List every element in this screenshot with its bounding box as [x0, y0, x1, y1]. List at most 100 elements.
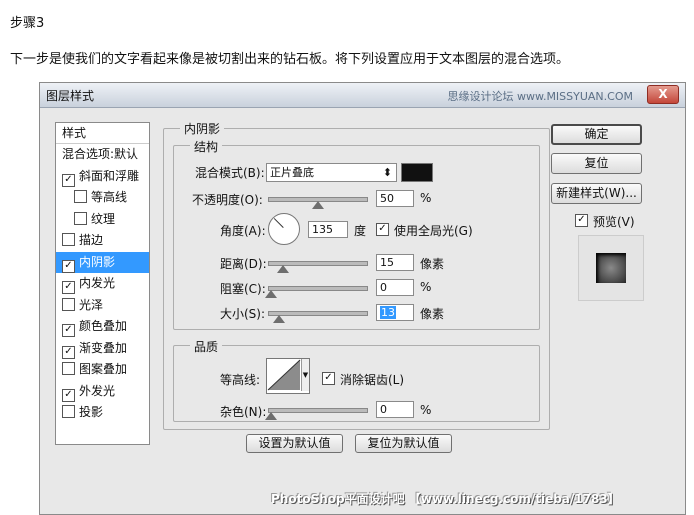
style-item-label: 外发光 [79, 383, 116, 398]
antialias-label: 消除锯齿(L) [340, 373, 405, 387]
style-item-label: 渐变叠加 [79, 340, 128, 355]
style-item-checkbox[interactable] [62, 233, 75, 246]
style-item[interactable]: 投影 [56, 402, 149, 423]
style-item-checkbox[interactable]: ✓ [62, 324, 75, 337]
new-style-button[interactable]: 新建样式(W)... [551, 183, 642, 204]
intro-text: 下一步是使我们的文字看起来像是被切割出来的钻石板。将下列设置应用于文本图层的混合… [10, 52, 570, 67]
contour-picker[interactable]: ▼ [266, 358, 310, 394]
style-item-label: 图案叠加 [79, 362, 128, 376]
inner-shadow-section-title: 内阴影 [180, 120, 225, 137]
angle-input[interactable]: 135 [308, 221, 348, 238]
noise-unit: % [420, 403, 432, 417]
ok-button[interactable]: 确定 [551, 124, 642, 145]
style-item[interactable]: 等高线 [56, 187, 149, 208]
checkmark-icon: ✓ [378, 223, 387, 234]
style-item[interactable]: ✓ 颜色叠加 [56, 316, 149, 337]
style-item-label: 内阴影 [79, 254, 116, 269]
noise-input[interactable]: 0 [376, 401, 414, 418]
size-slider[interactable] [268, 311, 368, 323]
style-item-checkbox[interactable] [74, 211, 87, 225]
style-item-label: 投影 [79, 405, 104, 419]
checkmark-icon: ✓ [64, 173, 73, 185]
checkmark-icon: ✓ [64, 324, 73, 335]
opacity-label: 不透明度(O): [192, 193, 263, 207]
step-title: 步骤3 [10, 16, 45, 31]
size-unit: 像素 [420, 307, 445, 321]
dialog-titlebar[interactable]: 图层样式 思缘设计论坛 www.MISSYUAN.COM X [40, 83, 685, 108]
close-button[interactable]: X [647, 85, 679, 104]
size-slider-thumb[interactable] [273, 315, 285, 323]
style-item-label: 斜面和浮雕 [79, 168, 140, 183]
distance-label: 距离(D): [220, 257, 267, 271]
choke-label: 阻塞(C): [220, 282, 266, 296]
blend-mode-select[interactable]: 正片叠底 ⬍ [266, 163, 397, 182]
checkmark-icon: ✓ [64, 345, 73, 357]
style-item-label: 等高线 [91, 190, 128, 204]
checkmark-icon: ✓ [64, 388, 73, 400]
noise-slider[interactable] [265, 408, 368, 420]
style-item-checkbox[interactable] [62, 297, 75, 311]
style-item[interactable]: 纹理 [56, 209, 149, 230]
blend-mode-label: 混合模式(B): [195, 166, 265, 180]
style-item-label: 内发光 [79, 276, 116, 290]
checkmark-icon: ✓ [64, 281, 73, 292]
style-item-label: 光泽 [79, 297, 104, 312]
style-item[interactable]: ✓ 渐变叠加 [56, 338, 149, 359]
reset-button[interactable]: 复位 [551, 153, 642, 174]
style-item[interactable]: 描边 [56, 230, 149, 251]
dialog-title: 图层样式 [46, 89, 95, 103]
style-item-checkbox[interactable] [62, 405, 75, 418]
contour-dropdown-icon[interactable]: ▼ [301, 359, 309, 391]
style-item[interactable]: ✓ 斜面和浮雕 [56, 166, 149, 187]
angle-dial[interactable] [268, 213, 300, 245]
quality-title: 品质 [190, 338, 223, 355]
angle-unit: 度 [354, 224, 367, 238]
angle-label: 角度(A): [220, 224, 266, 238]
distance-slider-thumb[interactable] [277, 265, 289, 273]
choke-input[interactable]: 0 [376, 279, 414, 296]
preview-swatch [596, 253, 626, 283]
distance-input[interactable]: 15 [376, 254, 414, 271]
contour-label: 等高线: [220, 373, 261, 387]
global-light-checkbox[interactable]: ✓ [376, 223, 389, 236]
style-item-checkbox[interactable]: ✓ [62, 388, 75, 402]
angle-dial-hand [273, 218, 284, 228]
style-item[interactable]: ✓ 外发光 [56, 381, 149, 402]
blend-mode-value: 正片叠底 [270, 166, 314, 179]
style-item-checkbox[interactable]: ✓ [62, 345, 75, 359]
opacity-input[interactable]: 50 [376, 190, 414, 207]
style-item-checkbox[interactable] [74, 190, 87, 203]
style-item-label: 纹理 [91, 211, 116, 226]
style-item-checkbox[interactable]: ✓ [62, 259, 75, 273]
choke-slider[interactable] [265, 286, 368, 298]
preview-checkbox[interactable]: ✓ [575, 214, 588, 227]
structure-title: 结构 [190, 138, 223, 155]
layer-style-dialog: 图层样式 思缘设计论坛 www.MISSYUAN.COM X 样式 混合选项:默… [39, 82, 686, 515]
opacity-slider[interactable] [268, 197, 368, 209]
choke-slider-thumb[interactable] [265, 290, 277, 298]
set-default-button[interactable]: 设置为默认值 [246, 434, 343, 453]
noise-label: 杂色(N): [220, 405, 267, 419]
distance-slider[interactable] [268, 261, 368, 273]
styles-list: 样式 混合选项:默认 ✓ 斜面和浮雕 等高线 纹理 描边 ✓ 内阴影 ✓ 内发光 光泽 ✓ 颜色叠加 ✓ 渐… [55, 122, 150, 445]
style-item-label: 颜色叠加 [79, 319, 128, 333]
style-item[interactable]: ✓ 内发光 [56, 273, 149, 294]
blend-color-swatch[interactable] [401, 163, 433, 182]
checkmark-icon: ✓ [324, 372, 333, 383]
style-item[interactable]: 混合选项:默认 [56, 144, 149, 165]
size-label: 大小(S): [220, 307, 266, 321]
style-item[interactable]: ✓ 内阴影 [56, 251, 149, 273]
size-input[interactable]: 13 [376, 304, 414, 321]
style-preview [578, 235, 644, 301]
style-item[interactable]: 图案叠加 [56, 359, 149, 380]
reset-default-button[interactable]: 复位为默认值 [355, 434, 452, 453]
choke-unit: % [420, 280, 432, 294]
opacity-slider-thumb[interactable] [312, 201, 324, 209]
style-item-checkbox[interactable]: ✓ [62, 173, 75, 187]
style-item-checkbox[interactable] [62, 362, 75, 375]
style-item[interactable]: 光泽 [56, 295, 149, 316]
style-item-checkbox[interactable]: ✓ [62, 281, 75, 294]
global-light-label: 使用全局光(G) [394, 224, 473, 238]
antialias-checkbox[interactable]: ✓ [322, 372, 335, 385]
noise-slider-thumb[interactable] [265, 412, 277, 420]
